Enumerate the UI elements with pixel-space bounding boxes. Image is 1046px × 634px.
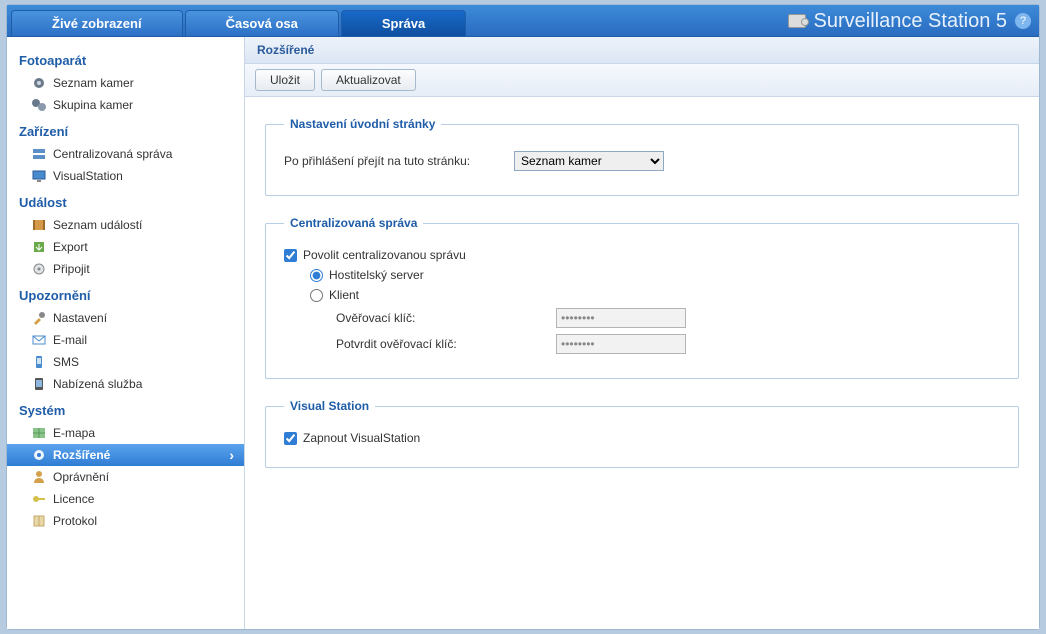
sidebar-item-advanced[interactable]: Rozšířené xyxy=(7,444,244,466)
refresh-button[interactable]: Aktualizovat xyxy=(321,69,416,91)
radio-client-label: Klient xyxy=(329,288,359,302)
sidebar-item-label: E-mapa xyxy=(53,426,95,440)
sidebar-item-label: Licence xyxy=(53,492,94,506)
legend-homepage: Nastavení úvodní stránky xyxy=(284,117,441,131)
fieldset-central: Centralizovaná správa Povolit centralizo… xyxy=(265,216,1019,379)
confirm-key-input[interactable] xyxy=(556,334,686,354)
legend-central: Centralizovaná správa xyxy=(284,216,423,230)
central-enable-label: Povolit centralizovanou správu xyxy=(303,248,466,262)
app-title-text: Surveillance Station 5 xyxy=(814,10,1007,33)
mail-icon xyxy=(31,332,47,348)
sidebar-item-label: VisualStation xyxy=(53,169,123,183)
save-button[interactable]: Uložit xyxy=(255,69,315,91)
sidebar-item-label: Nabízená služba xyxy=(53,377,142,391)
content-panel: Rozšířené Uložit Aktualizovat Nastavení … xyxy=(245,37,1039,629)
sidebar-item-label: E-mail xyxy=(53,333,87,347)
camera-icon xyxy=(31,75,47,91)
sidebar-item-export[interactable]: Export xyxy=(7,236,244,258)
sidebar-item-label: Seznam událostí xyxy=(53,218,142,232)
sidebar-item-privilege[interactable]: Oprávnění xyxy=(7,466,244,488)
sidebar-item-notif-settings[interactable]: Nastavení xyxy=(7,307,244,329)
sidebar-item-label: Nastavení xyxy=(53,311,107,325)
sidebar-item-sms[interactable]: SMS xyxy=(7,351,244,373)
section-system: Systém xyxy=(7,395,244,422)
tab-timeline[interactable]: Časová osa xyxy=(185,10,339,36)
sidebar-item-camera-group[interactable]: Skupina kamer xyxy=(7,94,244,116)
sidebar-item-label: Skupina kamer xyxy=(53,98,133,112)
vs-enable-checkbox[interactable] xyxy=(284,432,297,445)
sidebar-item-emap[interactable]: E-mapa xyxy=(7,422,244,444)
sidebar-item-label: Protokol xyxy=(53,514,97,528)
sidebar-item-push[interactable]: Nabízená služba xyxy=(7,373,244,395)
camera-group-icon xyxy=(31,97,47,113)
device-icon xyxy=(31,376,47,392)
confirm-key-label: Potvrdit ověřovací klíč: xyxy=(336,337,556,351)
monitor-icon xyxy=(31,168,47,184)
phone-icon xyxy=(31,354,47,370)
user-icon xyxy=(31,469,47,485)
toolbar: Uložit Aktualizovat xyxy=(245,64,1039,97)
sidebar-item-label: Seznam kamer xyxy=(53,76,134,90)
wrench-icon xyxy=(31,310,47,326)
tab-manage[interactable]: Správa xyxy=(341,10,466,36)
mount-icon xyxy=(31,261,47,277)
sidebar-item-event-list[interactable]: Seznam událostí xyxy=(7,214,244,236)
sidebar-item-log[interactable]: Protokol xyxy=(7,510,244,532)
sidebar-item-mount[interactable]: Připojit xyxy=(7,258,244,280)
homepage-label: Po přihlášení přejít na tuto stránku: xyxy=(284,154,514,168)
key-icon xyxy=(31,491,47,507)
section-event: Událost xyxy=(7,187,244,214)
book-icon xyxy=(31,513,47,529)
map-icon xyxy=(31,425,47,441)
radio-host-label: Hostitelský server xyxy=(329,268,424,282)
app-title: Surveillance Station 5 xyxy=(788,5,1007,37)
sidebar-item-label: Připojit xyxy=(53,262,90,276)
sidebar-item-license[interactable]: Licence xyxy=(7,488,244,510)
sidebar-item-label: Export xyxy=(53,240,88,254)
vs-enable-label: Zapnout VisualStation xyxy=(303,431,420,445)
export-icon xyxy=(31,239,47,255)
gear-icon xyxy=(31,447,47,463)
server-icon xyxy=(31,146,47,162)
sidebar-item-label: Oprávnění xyxy=(53,470,109,484)
film-icon xyxy=(31,217,47,233)
title-bar: Živé zobrazení Časová osa Správa Surveil… xyxy=(7,5,1039,37)
fieldset-visualstation: Visual Station Zapnout VisualStation xyxy=(265,399,1019,468)
sidebar-item-label: Rozšířené xyxy=(53,448,110,462)
sidebar: Fotoaparát Seznam kamer Skupina kamer Za… xyxy=(7,37,245,629)
app-logo-icon xyxy=(788,14,806,28)
section-device: Zařízení xyxy=(7,116,244,143)
sidebar-item-central-mgmt[interactable]: Centralizovaná správa xyxy=(7,143,244,165)
help-icon[interactable]: ? xyxy=(1015,13,1031,29)
radio-host[interactable] xyxy=(310,269,323,282)
fieldset-homepage: Nastavení úvodní stránky Po přihlášení p… xyxy=(265,117,1019,196)
sidebar-item-camera-list[interactable]: Seznam kamer xyxy=(7,72,244,94)
legend-visualstation: Visual Station xyxy=(284,399,375,413)
tab-live[interactable]: Živé zobrazení xyxy=(11,10,183,36)
central-enable-checkbox[interactable] xyxy=(284,249,297,262)
section-camera: Fotoaparát xyxy=(7,45,244,72)
verify-key-input[interactable] xyxy=(556,308,686,328)
sidebar-item-label: SMS xyxy=(53,355,79,369)
homepage-select[interactable]: Seznam kamer xyxy=(514,151,664,171)
sidebar-item-email[interactable]: E-mail xyxy=(7,329,244,351)
radio-client[interactable] xyxy=(310,289,323,302)
section-notification: Upozornění xyxy=(7,280,244,307)
panel-title: Rozšířené xyxy=(245,37,1039,64)
sidebar-item-visualstation[interactable]: VisualStation xyxy=(7,165,244,187)
sidebar-item-label: Centralizovaná správa xyxy=(53,147,172,161)
verify-key-label: Ověřovací klíč: xyxy=(336,311,556,325)
